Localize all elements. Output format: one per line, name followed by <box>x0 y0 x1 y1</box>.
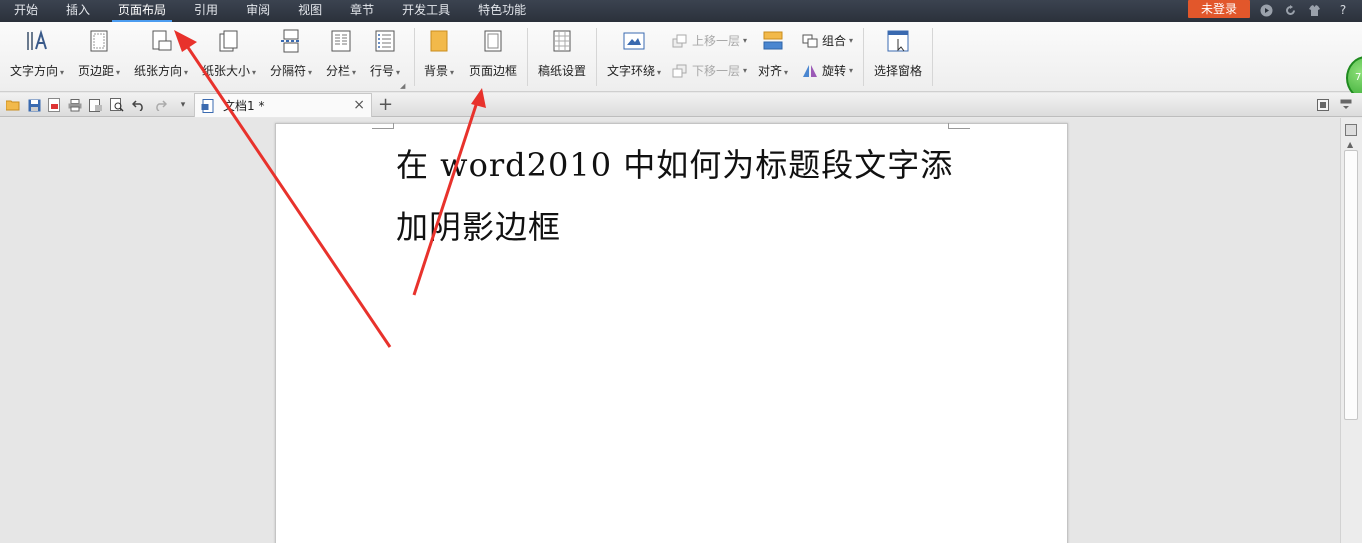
document-icon <box>201 98 214 113</box>
align-icon <box>760 28 786 54</box>
margins-button[interactable]: 页边距 ▾ <box>78 28 120 79</box>
document-tab-bar: ▾ 文档1 * × + <box>0 93 1362 117</box>
document-heading-line: 加阴影边框 <box>396 208 562 246</box>
document-heading-line: 在 word2010 中如何为标题段文字添 <box>396 146 954 184</box>
tab-sections[interactable]: 章节 <box>336 0 388 22</box>
rotate-button[interactable]: 旋转 ▾ <box>802 62 853 79</box>
shirt-icon[interactable] <box>1308 4 1322 17</box>
login-button[interactable]: 未登录 <box>1188 0 1250 18</box>
scroll-pin-icon[interactable] <box>1345 124 1357 136</box>
window-tools: ? <box>1260 0 1354 20</box>
send-backward-button[interactable]: 下移一层 ▾ <box>672 62 747 79</box>
tab-page-layout[interactable]: 页面布局 <box>104 0 180 22</box>
line-numbers-icon <box>372 28 398 54</box>
ribbon-separator <box>414 28 415 86</box>
print-preview-icon[interactable] <box>88 97 104 113</box>
text-wrap-button[interactable]: 文字环绕 ▾ <box>607 28 661 79</box>
vertical-scrollbar[interactable]: ▲ <box>1340 118 1362 543</box>
help-icon[interactable]: ? <box>1332 3 1354 17</box>
breaks-icon <box>278 28 304 54</box>
manuscript-icon <box>549 28 575 54</box>
redo-icon[interactable] <box>152 97 168 113</box>
page-borders-button[interactable]: 页面边框 <box>469 28 517 79</box>
paper-size-button[interactable]: 纸张大小 ▾ <box>202 28 256 79</box>
ribbon: 文字方向 ▾ 页边距 ▾ 纸张方向 ▾ 纸张大小 ▾ 分隔符 ▾ 分栏 ▾ 行号… <box>0 22 1362 92</box>
scroll-up-icon[interactable]: ▲ <box>1347 140 1353 149</box>
document-page[interactable]: 在 word2010 中如何为标题段文字添 加阴影边框 <box>275 123 1068 543</box>
close-tab-icon[interactable]: × <box>353 97 365 113</box>
margin-corner-mark <box>372 123 394 129</box>
columns-icon <box>328 28 354 54</box>
group-button[interactable]: 组合 ▾ <box>802 32 853 49</box>
ribbon-separator <box>932 28 933 86</box>
document-tab-title: 文档1 * <box>223 99 265 113</box>
document-body[interactable]: 在 word2010 中如何为标题段文字添 加阴影边框 <box>396 134 956 258</box>
align-button[interactable]: 对齐 ▾ <box>758 28 788 79</box>
bring-forward-button[interactable]: 上移一层 ▾ <box>672 32 747 49</box>
export-pdf-icon[interactable] <box>46 97 62 113</box>
print-icon[interactable] <box>67 97 83 113</box>
document-workspace: 在 word2010 中如何为标题段文字添 加阴影边框 <box>0 118 1340 543</box>
ribbon-separator <box>527 28 528 86</box>
background-button[interactable]: 背景 ▾ <box>424 28 454 79</box>
page-borders-icon <box>480 28 506 54</box>
scrollbar-thumb[interactable] <box>1344 150 1358 420</box>
margin-corner-mark <box>948 123 970 129</box>
tab-view[interactable]: 视图 <box>284 0 336 22</box>
text-direction-icon <box>24 28 50 54</box>
ribbon-separator <box>863 28 864 86</box>
panel-menu-icon[interactable] <box>1338 97 1354 113</box>
orientation-button[interactable]: 纸张方向 ▾ <box>134 28 188 79</box>
tab-references[interactable]: 引用 <box>180 0 232 22</box>
document-tab[interactable]: 文档1 * × <box>194 93 372 117</box>
dialog-launcher-icon[interactable]: ◢ <box>400 82 405 90</box>
customize-dropdown-icon[interactable]: ▾ <box>175 97 191 113</box>
skin-icon[interactable] <box>1260 4 1274 17</box>
tab-developer[interactable]: 开发工具 <box>388 0 464 22</box>
ribbon-separator <box>596 28 597 86</box>
tab-features[interactable]: 特色功能 <box>464 0 540 22</box>
rotate-icon <box>803 64 817 77</box>
menu-bar: 开始 插入 页面布局 引用 审阅 视图 章节 开发工具 特色功能 <box>0 0 1362 22</box>
text-direction-button[interactable]: 文字方向 ▾ <box>10 28 64 79</box>
group-icon <box>802 34 818 47</box>
margins-icon <box>86 28 112 54</box>
open-folder-icon[interactable] <box>5 97 21 113</box>
tab-insert[interactable]: 插入 <box>52 0 104 22</box>
save-icon[interactable] <box>26 97 42 113</box>
selection-pane-button[interactable]: 选择窗格 <box>874 28 922 79</box>
refresh-icon[interactable] <box>1284 4 1298 17</box>
new-tab-button[interactable]: + <box>378 94 393 115</box>
paper-size-icon <box>216 28 242 54</box>
restore-panel-icon[interactable] <box>1315 97 1331 113</box>
send-backward-icon <box>672 64 687 77</box>
text-wrap-icon <box>621 28 647 54</box>
tab-start[interactable]: 开始 <box>0 0 52 22</box>
preview-icon[interactable] <box>109 97 125 113</box>
background-icon <box>426 28 452 54</box>
orientation-icon <box>148 28 174 54</box>
columns-button[interactable]: 分栏 ▾ <box>326 28 356 79</box>
line-numbers-button[interactable]: 行号 ▾ <box>370 28 400 79</box>
tab-review[interactable]: 审阅 <box>232 0 284 22</box>
bring-forward-icon <box>672 34 687 47</box>
manuscript-settings-button[interactable]: 稿纸设置 <box>538 28 586 79</box>
breaks-button[interactable]: 分隔符 ▾ <box>270 28 312 79</box>
selection-pane-icon <box>885 28 911 54</box>
undo-icon[interactable] <box>130 97 146 113</box>
